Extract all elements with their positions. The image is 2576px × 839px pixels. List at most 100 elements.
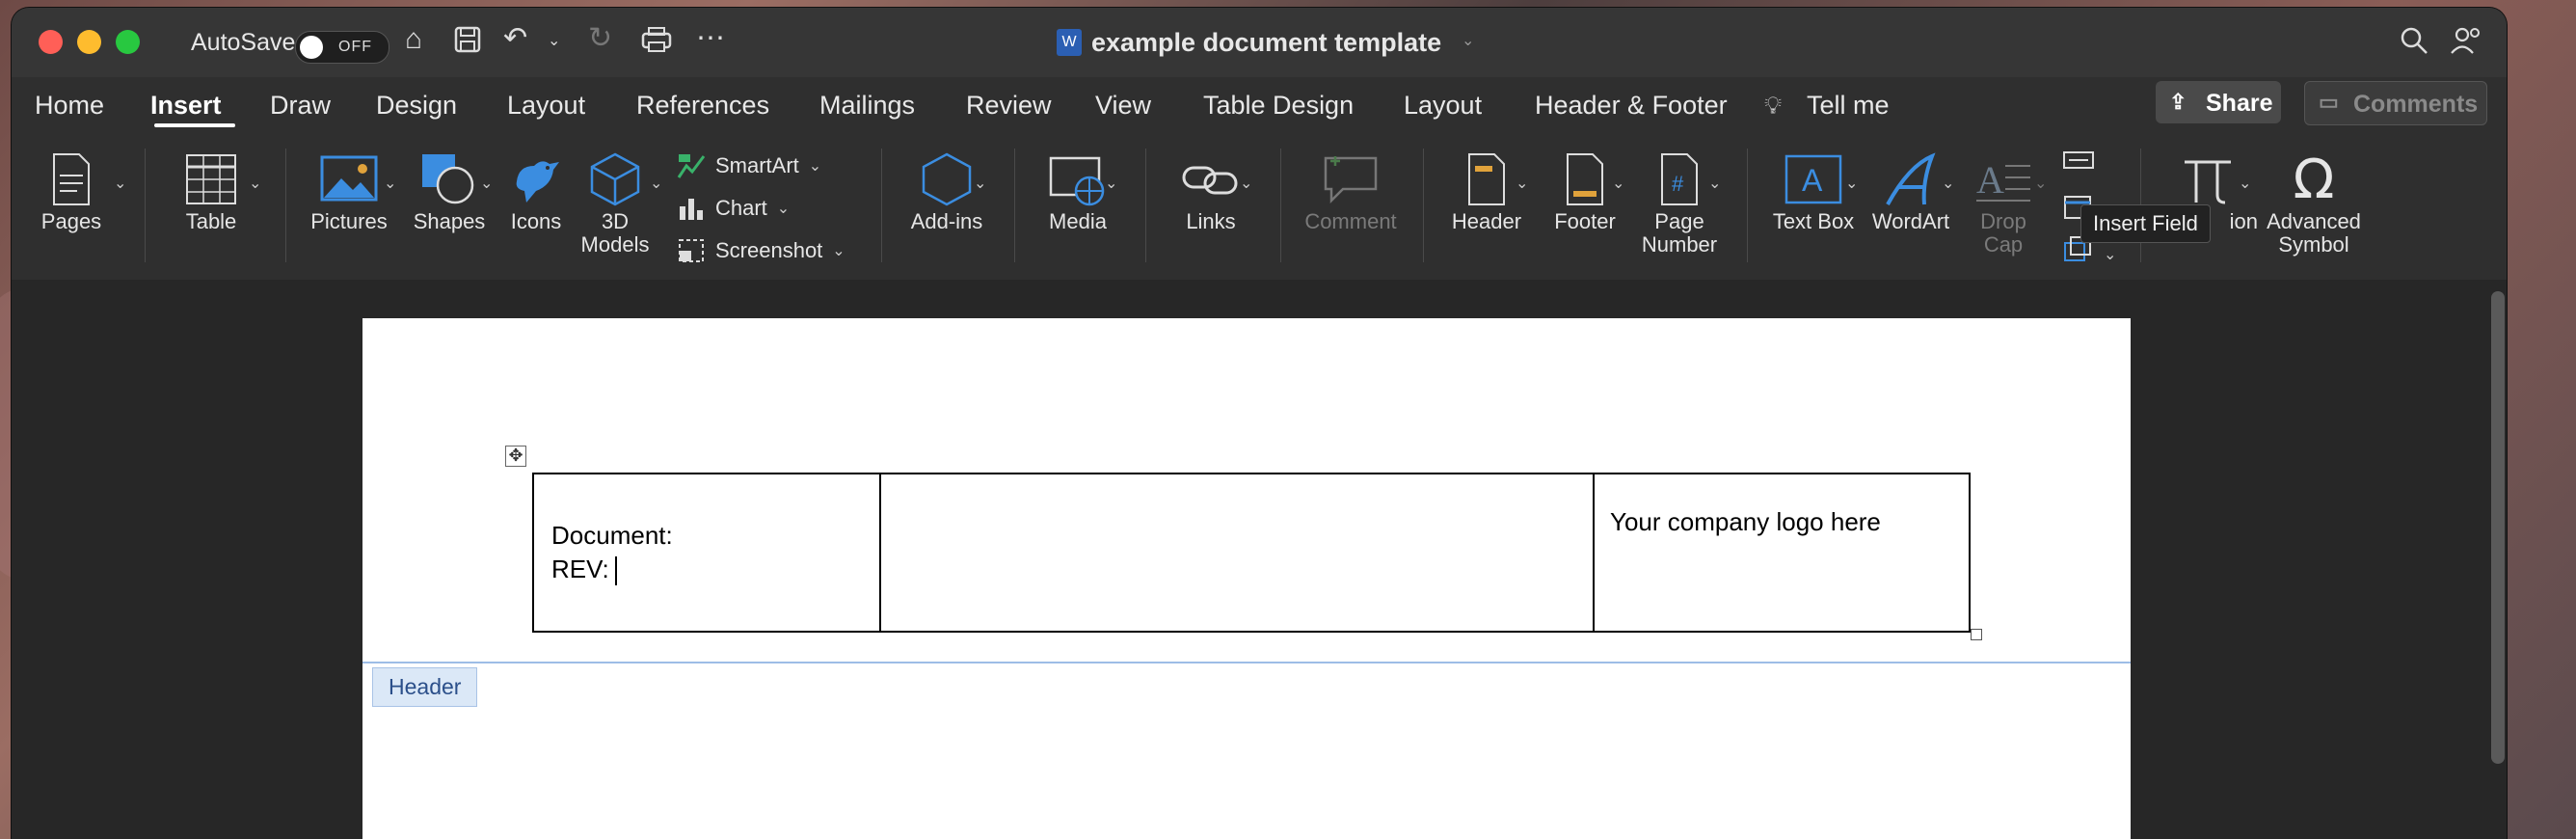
title-dropdown-chevron-icon[interactable]: ⌄ [1462,31,1474,50]
advanced-symbol-label-line2: Symbol [2278,232,2349,257]
more-options-icon[interactable]: ⋯ [696,21,725,55]
ribbon-separator [1423,149,1424,262]
document-page[interactable]: ✥ Document: REV: Your company logo here … [362,318,2131,839]
smartart-label: SmartArt [715,153,799,177]
ribbon-separator [1747,149,1748,262]
header-section-tag[interactable]: Header [372,667,478,707]
tab-view[interactable]: View [1095,91,1151,121]
tab-insert[interactable]: Insert [150,91,222,121]
equation-chevron-icon[interactable]: ⌄ [2239,174,2251,193]
save-icon[interactable] [453,25,482,61]
pictures-icon [301,149,397,210]
comments-button[interactable]: ▭ Comments [2304,81,2487,125]
3d-models-chevron-icon[interactable]: ⌄ [650,174,662,193]
lightbulb-icon: 💡︎ [1764,91,1783,120]
share-button[interactable]: ⇪ Share [2156,81,2281,123]
tab-home[interactable]: Home [35,91,104,121]
pages-button[interactable]: Pages [33,149,110,233]
svg-text:A: A [1802,163,1823,198]
icons-button[interactable]: Icons [501,149,571,233]
tab-layout[interactable]: Layout [507,91,585,121]
table-cell-document-info[interactable]: Document: REV: [532,473,881,633]
3d-models-label-line2: Models [580,232,650,257]
3d-models-button[interactable]: 3D Models [577,149,654,257]
table-cell-logo[interactable]: Your company logo here [1593,473,1971,633]
table-move-handle-icon[interactable]: ✥ [505,446,526,467]
rev-field-label: REV: [551,555,609,583]
search-icon[interactable] [2399,25,2429,64]
footer-label: Footer [1554,209,1616,233]
pictures-chevron-icon[interactable]: ⌄ [384,174,396,193]
tab-design[interactable]: Design [376,91,457,121]
pictures-button[interactable]: Pictures [301,149,397,233]
text-box-label: Text Box [1772,209,1855,233]
vertical-scrollbar[interactable] [2491,291,2505,764]
chart-button[interactable]: Chart ⌄ [677,195,790,222]
insert-field-icon[interactable] [2061,149,2096,176]
pages-chevron-icon[interactable]: ⌄ [114,174,126,193]
media-chevron-icon[interactable]: ⌄ [1105,174,1117,193]
smartart-icon [677,154,706,178]
header-boundary-line [362,662,2131,663]
print-icon[interactable] [640,25,673,62]
text-cursor [614,556,617,586]
page-number-label-line1: Page [1654,209,1704,233]
tab-review[interactable]: Review [966,91,1052,121]
word-window: AutoSave OFF ⌂ ↶ ⌄ ↻ ⋯ W example documen… [12,8,2507,839]
close-window-button[interactable] [39,30,63,54]
add-ins-label: Add-ins [910,209,983,233]
add-ins-chevron-icon[interactable]: ⌄ [974,174,986,193]
drop-cap-label-line1: Drop [1980,209,2026,233]
undo-icon[interactable]: ↶ [503,21,527,55]
drop-cap-chevron-icon[interactable]: ⌄ [2034,174,2047,193]
tab-mailings[interactable]: Mailings [819,91,915,121]
object-chevron-icon[interactable]: ⌄ [2104,245,2116,264]
autosave-toggle[interactable]: OFF [295,31,389,64]
table-label: Table [185,209,237,233]
page-number-button[interactable]: # Page Number [1631,149,1728,257]
document-field-label: Document: [551,521,673,550]
document-title: example document template [1091,28,1442,57]
page-number-chevron-icon[interactable]: ⌄ [1708,174,1721,193]
home-icon[interactable]: ⌂ [405,23,422,56]
autosave-label: AutoSave [191,29,296,56]
wordart-chevron-icon[interactable]: ⌄ [1942,174,1954,193]
comments-label: Comments [2353,91,2479,118]
screenshot-button[interactable]: Screenshot ⌄ [677,237,845,264]
account-icon[interactable] [2449,25,2482,64]
comment-bubble-icon: ▭ [2319,90,2339,114]
new-comment-button[interactable]: Comment [1298,149,1404,233]
screenshot-icon [679,239,704,262]
screenshot-chevron-icon: ⌄ [832,243,845,259]
footer-chevron-icon[interactable]: ⌄ [1612,174,1624,193]
minimize-window-button[interactable] [77,30,101,54]
tab-table-layout[interactable]: Layout [1404,91,1482,121]
links-chevron-icon[interactable]: ⌄ [1240,174,1252,193]
share-label: Share [2206,90,2273,117]
smartart-button[interactable]: SmartArt ⌄ [677,152,821,179]
undo-dropdown-chevron-icon[interactable]: ⌄ [548,31,560,50]
autosave-state: OFF [338,39,372,55]
shapes-label: Shapes [413,209,486,233]
table-cell-middle[interactable] [879,473,1595,633]
omega-icon: Ω [2293,148,2335,211]
tab-table-design[interactable]: Table Design [1203,91,1354,121]
pages-label: Pages [40,209,102,233]
cube-icon [577,149,654,210]
table-button[interactable]: Table [168,149,255,233]
drop-cap-button[interactable]: A Drop Cap [1965,149,2042,257]
shapes-chevron-icon[interactable]: ⌄ [480,174,493,193]
ribbon-separator [881,149,882,262]
redo-icon[interactable]: ↻ [588,21,612,55]
table-resize-handle[interactable] [1971,629,1982,640]
tab-header-footer[interactable]: Header & Footer [1535,91,1728,121]
header-table: Document: REV: Your company logo here [532,473,1971,633]
zoom-window-button[interactable] [116,30,140,54]
tab-draw[interactable]: Draw [270,91,331,121]
advanced-symbol-button[interactable]: Ω Advanced Symbol [2258,149,2370,257]
text-box-chevron-icon[interactable]: ⌄ [1845,174,1858,193]
header-chevron-icon[interactable]: ⌄ [1516,174,1528,193]
tab-references[interactable]: References [636,91,769,121]
table-chevron-icon[interactable]: ⌄ [249,174,261,193]
tell-me-search[interactable]: Tell me [1807,91,1890,121]
